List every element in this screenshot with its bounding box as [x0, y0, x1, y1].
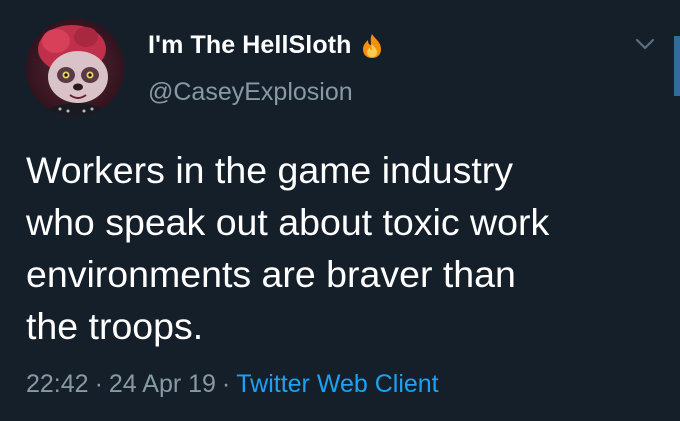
tweet-time[interactable]: 22:42: [26, 370, 89, 398]
tweet-text: Workers in the game industry who speak o…: [26, 149, 550, 347]
display-name[interactable]: I'm The HellSloth: [148, 31, 383, 60]
tweet-meta: 22:42 · 24 Apr 19 · Twitter Web Client: [26, 370, 439, 399]
tweet-date[interactable]: 24 Apr 19: [109, 370, 216, 398]
avatar-image: [26, 19, 124, 117]
meta-separator: ·: [94, 370, 103, 398]
tweet-client-link[interactable]: Twitter Web Client: [236, 370, 438, 398]
user-handle[interactable]: @CaseyExplosion: [148, 78, 353, 107]
edge-accent: [674, 36, 680, 96]
chevron-down-icon[interactable]: [632, 34, 658, 54]
tweet-card: I'm The HellSloth @CaseyExplosion Worker…: [0, 0, 680, 421]
display-name-text: I'm The HellSloth: [148, 31, 352, 59]
meta-separator: ·: [221, 370, 231, 398]
fire-icon: [361, 33, 383, 59]
avatar[interactable]: [26, 19, 124, 117]
